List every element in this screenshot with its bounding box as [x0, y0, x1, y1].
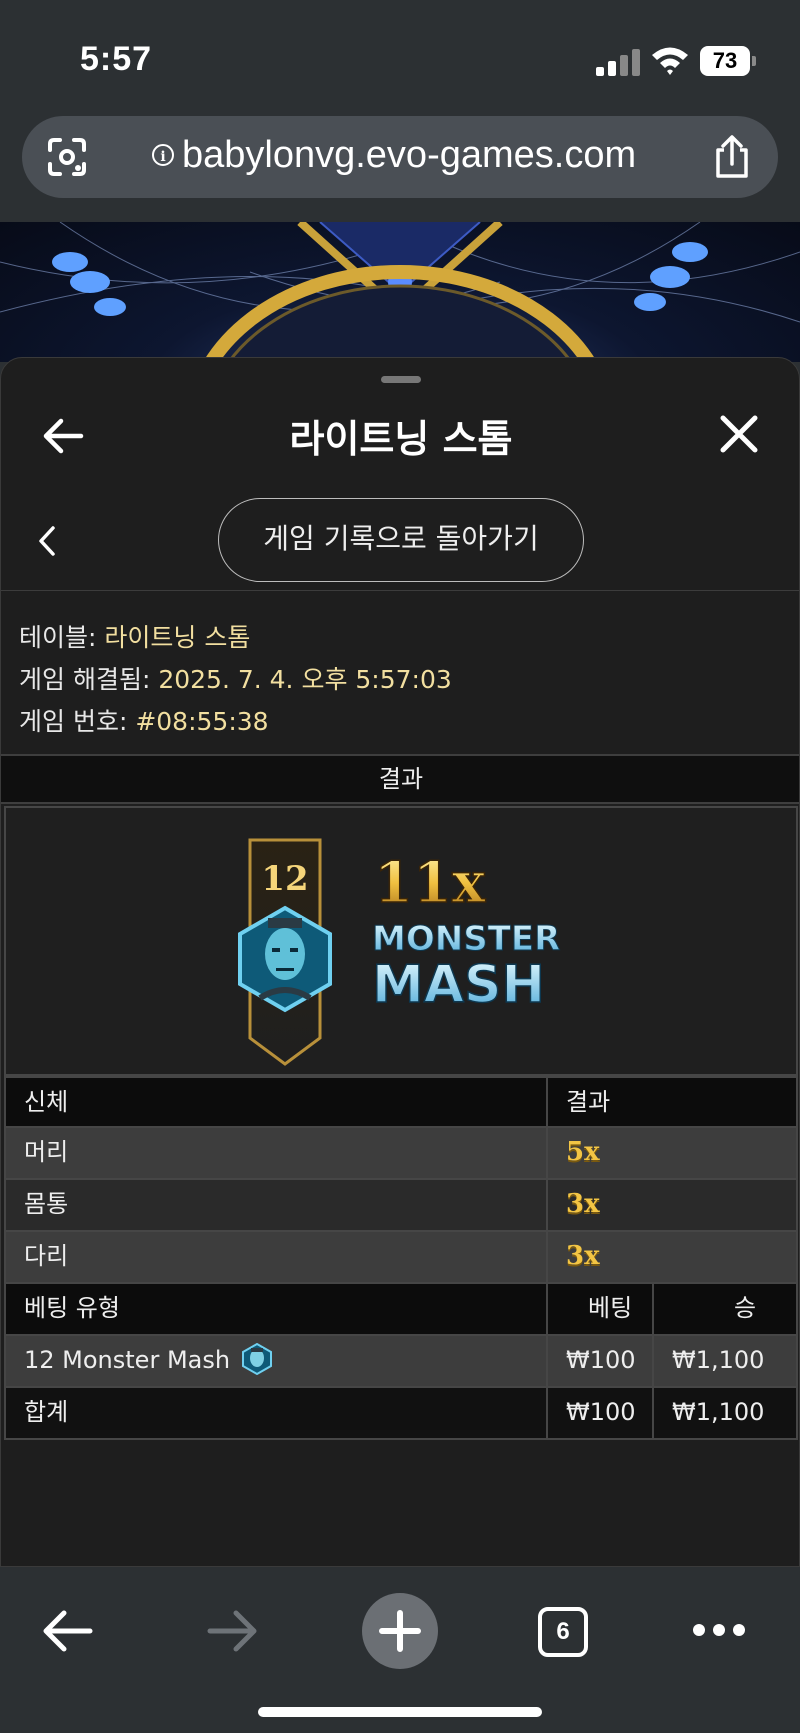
game-number-info: 게임 번호: #08:55:38 — [19, 702, 269, 738]
table-row: 12 Monster Mash ₩100 ₩1,100 — [4, 1334, 798, 1388]
body-part: 몸통 — [24, 1190, 69, 1218]
total-bet: ₩100 — [566, 1398, 636, 1426]
bet-amount: ₩100 — [566, 1346, 636, 1374]
battery-icon: 73 — [700, 46, 758, 76]
history-nav: 게임 기록으로 돌아가기 — [1, 498, 799, 584]
table-label: 테이블: — [19, 623, 97, 652]
share-icon[interactable] — [710, 134, 754, 180]
bet-type: 12 Monster Mash — [24, 1346, 231, 1374]
home-indicator[interactable] — [258, 1707, 542, 1717]
table-total-row: 합계 ₩100 ₩1,100 — [4, 1386, 798, 1440]
body-header-result: 결과 — [566, 1088, 611, 1116]
body-part: 머리 — [24, 1138, 69, 1166]
table-row: 몸통 3x — [4, 1178, 798, 1232]
forward-arrow-icon[interactable] — [206, 1609, 260, 1653]
new-tab-button[interactable] — [362, 1593, 438, 1669]
win-amount: ₩1,100 — [672, 1346, 765, 1374]
resolved-label: 게임 해결됨: — [19, 665, 151, 694]
back-to-history-button[interactable]: 게임 기록으로 돌아가기 — [218, 498, 584, 582]
table-row: 머리 5x — [4, 1126, 798, 1180]
table-value: 라이트닝 스톰 — [104, 623, 251, 652]
bet-header-stake: 베팅 — [588, 1294, 633, 1322]
more-options-icon[interactable] — [692, 1623, 746, 1637]
total-label: 합계 — [24, 1398, 69, 1426]
table-info: 테이블: 라이트닝 스톰 — [19, 618, 250, 654]
clock: 5:57 — [80, 40, 153, 78]
status-bar: 5:57 73 — [0, 0, 800, 110]
sheet-title: 라이트닝 스톰 — [289, 417, 513, 461]
close-icon[interactable] — [717, 412, 761, 456]
lens-search-icon[interactable] — [46, 136, 88, 178]
chevron-left-icon[interactable] — [35, 524, 59, 558]
sheet-grabber[interactable] — [381, 376, 421, 383]
site-info-icon[interactable]: i — [152, 144, 174, 166]
body-part: 다리 — [24, 1242, 69, 1270]
game-backdrop — [0, 222, 800, 362]
resolved-info: 게임 해결됨: 2025. 7. 4. 오후 5:57:03 — [19, 660, 452, 696]
result-graphic-panel: 12 11x MONSTER MASH — [4, 806, 798, 1076]
game-number-value: #08:55:38 — [135, 707, 269, 736]
bet-header-type: 베팅 유형 — [24, 1294, 120, 1322]
resolved-value: 2025. 7. 4. 오후 5:57:03 — [158, 665, 452, 694]
cellular-signal-icon — [596, 48, 640, 76]
back-arrow-icon[interactable] — [40, 1609, 94, 1653]
body-multiplier: 3x — [566, 1189, 600, 1219]
url-text[interactable]: babylonvg.evo-games.com — [182, 134, 636, 177]
divider — [1, 590, 799, 591]
result-multiplier: 11x — [374, 850, 486, 916]
result-name-line2: MASH — [372, 955, 545, 1015]
sheet-header: 라이트닝 스톰 — [1, 398, 799, 478]
bet-table-header: 베팅 유형 베팅 승 — [4, 1282, 798, 1336]
lightning-wheel-graphic — [0, 222, 800, 362]
result-number: 12 — [261, 859, 308, 899]
body-table-header: 신체 결과 — [4, 1076, 798, 1128]
wifi-icon — [652, 47, 688, 75]
bet-type-cell: 12 Monster Mash — [24, 1336, 272, 1384]
game-details-sheet: 라이트닝 스톰 게임 기록으로 돌아가기 테이블: 라이트닝 스톰 게임 해결됨… — [0, 357, 800, 1567]
table-row: 다리 3x — [4, 1230, 798, 1284]
result-name-line1: MONSTER — [372, 919, 560, 959]
total-win: ₩1,100 — [672, 1398, 765, 1426]
plus-icon — [379, 1610, 421, 1652]
game-number-label: 게임 번호: — [19, 707, 128, 736]
result-heading: 결과 — [1, 754, 799, 804]
battery-level: 73 — [700, 46, 750, 76]
monster-mash-result-graphic: 12 11x MONSTER MASH — [238, 838, 561, 1066]
tab-switcher-button[interactable]: 6 — [538, 1607, 588, 1657]
bet-header-win: 승 — [734, 1294, 757, 1322]
body-multiplier: 3x — [566, 1241, 600, 1271]
body-multiplier: 5x — [566, 1137, 600, 1167]
monster-mash-icon — [241, 1342, 272, 1376]
body-header-part: 신체 — [24, 1088, 69, 1116]
address-bar[interactable]: i babylonvg.evo-games.com — [22, 116, 778, 198]
